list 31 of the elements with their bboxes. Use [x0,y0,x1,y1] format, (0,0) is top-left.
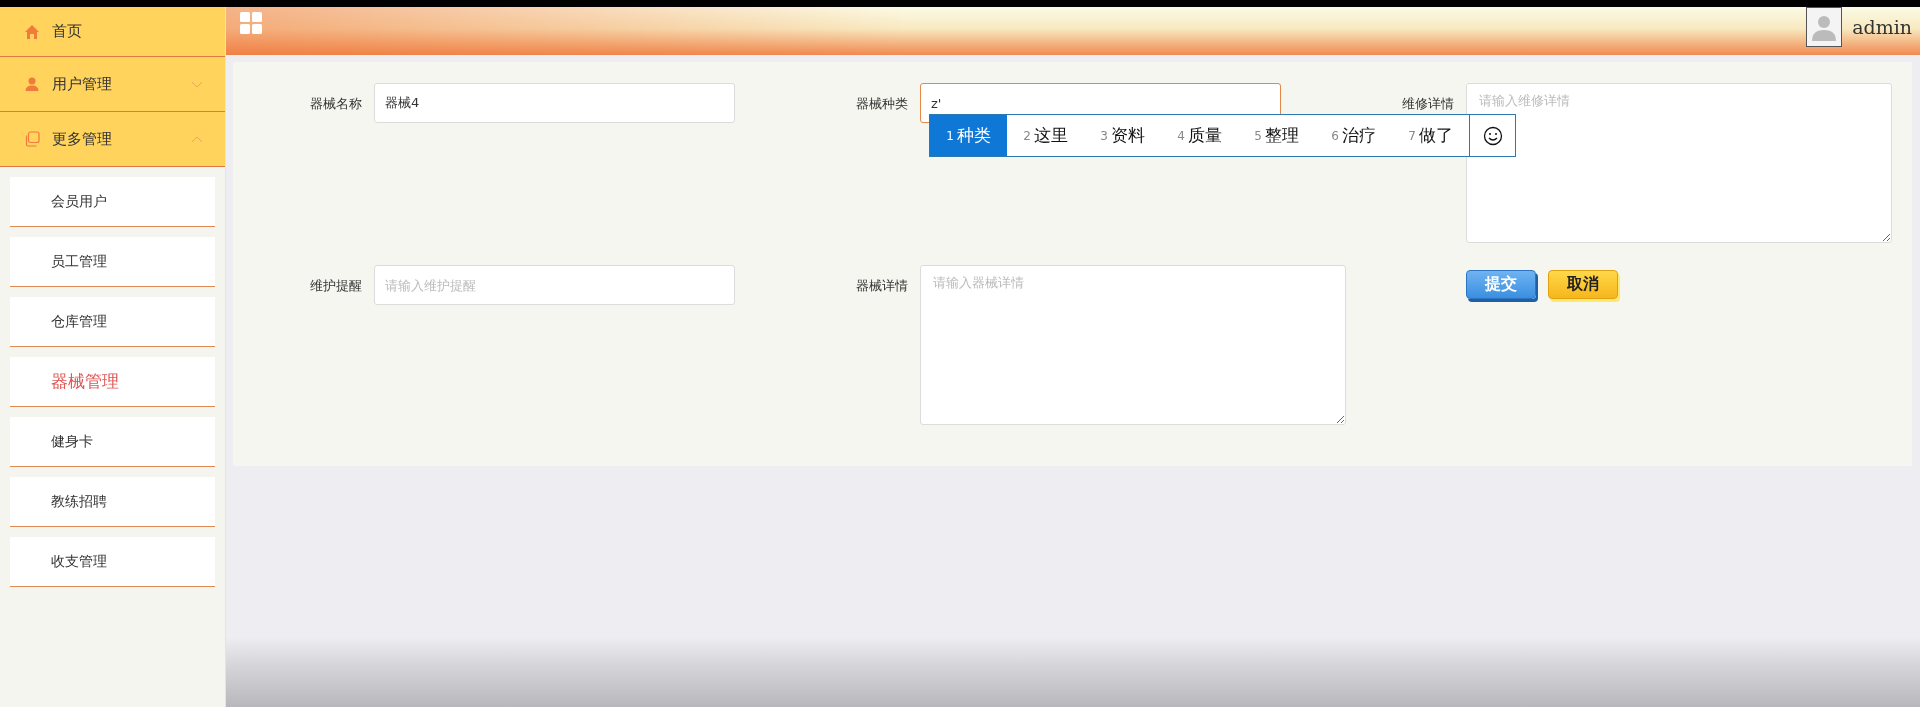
field-label: 维护提醒 [309,277,362,295]
sidebar-item[interactable]: 首页 [0,7,225,57]
sidebar-item[interactable]: 用户管理 [0,57,225,112]
sidebar-subitem[interactable]: 器械管理 [10,357,215,407]
sidebar-subitem[interactable]: 教练招聘 [10,477,215,527]
input-field[interactable]: 器械4 [374,83,735,123]
ime-candidate[interactable]: 6 治疗 [1315,115,1392,156]
chevron-down-icon [191,80,203,88]
field-label: 维修详情 [1401,95,1454,113]
user-name[interactable]: admin [1852,16,1912,38]
ime-candidate[interactable]: 7 做了 [1392,115,1469,156]
sidebar-subitem[interactable]: 会员用户 [10,177,215,227]
sidebar-item[interactable]: 更多管理 [0,112,225,167]
field-label: 器械详情 [855,277,908,295]
cancel-button[interactable]: 取消 [1548,270,1618,299]
sidebar-subitem[interactable]: 收支管理 [10,537,215,587]
copy-icon [24,131,40,147]
home-icon [24,23,40,40]
user-icon [24,76,40,92]
input-field[interactable]: 请输入维护提醒 [374,265,735,305]
ime-candidate[interactable]: 1 种类 [930,115,1007,156]
sidebar-subitem[interactable]: 员工管理 [10,237,215,287]
avatar-icon[interactable] [1806,7,1843,47]
field-label: 器械种类 [855,95,908,113]
smiley-icon [1482,125,1503,146]
text-area[interactable]: 请输入维修详情 [1466,83,1892,243]
chevron-up-icon [191,135,203,143]
sidebar-subitem[interactable]: 仓库管理 [10,297,215,347]
sidebar-subitem[interactable]: 健身卡 [10,417,215,467]
field-label: 器械名称 [309,95,362,113]
text-area[interactable]: 请输入器械详情 [920,265,1346,425]
